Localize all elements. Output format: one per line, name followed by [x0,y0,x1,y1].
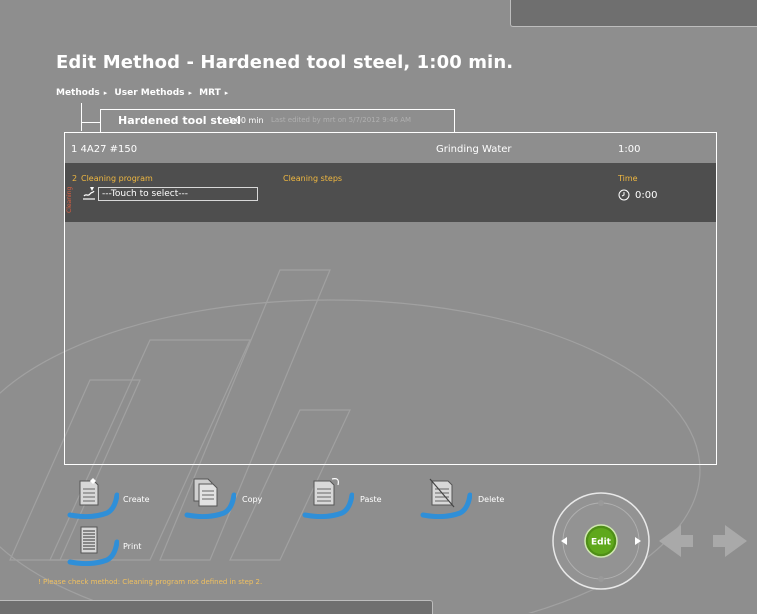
previous-screen-arrow-icon[interactable] [659,525,693,557]
method-time: 1:00 min [228,116,264,125]
paste-icon [302,478,354,519]
delete-icon [420,478,472,519]
top-panel-tab[interactable] [510,0,757,27]
cleaning-time-header: Time [618,174,638,183]
bottom-panel-tab[interactable] [0,600,433,614]
step-label: 1 4A27 #150 [71,144,138,155]
create-button[interactable]: Create [67,475,167,519]
copy-icon [184,478,236,519]
cleaning-step-number: 2 [72,174,78,183]
edit-button[interactable]: Edit [584,524,618,558]
paste-label: Paste [360,495,382,504]
breadcrumb-separator: ▸ [103,89,108,97]
create-icon [67,478,119,519]
tree-connector [81,122,101,123]
print-label: Print [123,542,142,551]
cleaning-step-row[interactable]: 2 Cleaning program Cleaning steps Time C… [65,163,716,222]
print-icon [67,526,119,566]
next-screen-arrow-icon[interactable] [713,525,747,557]
create-label: Create [123,495,150,504]
cleaning-program-select[interactable]: ---Touch to select--- [98,187,258,201]
cleaning-steps-header: Cleaning steps [283,174,343,183]
cleaning-vertical-label: Cleaning [66,186,73,213]
delete-button[interactable]: Delete [420,475,520,519]
step-row[interactable]: 1 4A27 #150 Grinding Water 1:00 [65,133,716,163]
breadcrumb-methods[interactable]: Methods [56,88,100,98]
page-title: Edit Method - Hardened tool steel, 1:00 … [56,52,514,73]
breadcrumb-separator: ▸ [224,89,229,97]
breadcrumb: Methods ▸ User Methods ▸ MRT ▸ [56,88,232,98]
method-name: Hardened tool steel [118,114,241,127]
breadcrumb-mrt[interactable]: MRT [199,88,221,98]
step-surface: Grinding Water [436,144,512,155]
clock-icon [618,189,630,201]
breadcrumb-user-methods[interactable]: User Methods [114,88,184,98]
delete-label: Delete [478,495,505,504]
cleaning-time-value[interactable]: 0:00 [635,190,657,201]
step-time: 1:00 [618,144,641,155]
method-steps-panel: 1 4A27 #150 Grinding Water 1:00 2 Cleani… [64,132,717,465]
navigation-wheel: Edit [552,492,747,590]
paste-button[interactable]: Paste [302,475,402,519]
edit-label: Edit [591,538,612,548]
breadcrumb-separator: ▸ [188,89,193,97]
copy-button[interactable]: Copy [184,475,284,519]
cleaning-program-header: Cleaning program [81,174,153,183]
print-button[interactable]: Print [67,522,167,566]
method-last-edited: Last edited by mrt on 5/7/2012 9:46 AM [271,116,412,124]
cleaning-program-icon [83,187,95,200]
tree-connector [81,103,82,131]
warning-message: ! Please check method: Cleaning program … [38,578,263,586]
copy-label: Copy [242,495,263,504]
